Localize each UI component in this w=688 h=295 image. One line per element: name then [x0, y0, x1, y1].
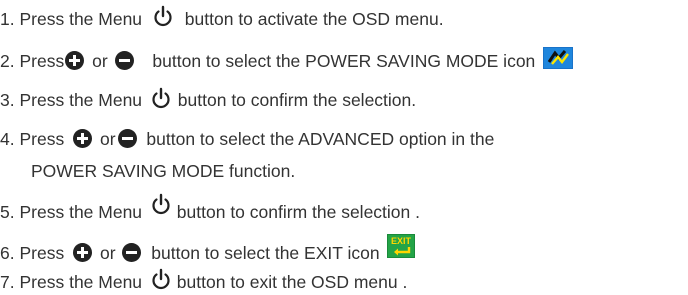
- step-number: 7.: [0, 272, 15, 292]
- step-4-continuation: POWER SAVING MODE function.: [31, 160, 295, 182]
- step-text: button to exit the OSD menu .: [176, 272, 408, 292]
- step-number: 6.: [0, 243, 15, 264]
- minus-circle-icon: [117, 128, 137, 148]
- step-number: 5.: [0, 202, 15, 222]
- step-3: 3. Press the Menu button to confirm the …: [0, 87, 417, 111]
- plus-circle-icon: [65, 51, 85, 70]
- step-text: button to confirm the selection .: [176, 202, 420, 222]
- step-text: Press the Menu: [19, 9, 143, 29]
- step-text: or: [92, 51, 108, 72]
- step-number: 3.: [0, 90, 15, 110]
- power-saving-mode-icon: [543, 47, 574, 74]
- step-text: Press: [19, 51, 65, 72]
- minus-circle-icon: [122, 243, 142, 262]
- power-icon: [151, 87, 171, 110]
- step-text: Press: [19, 243, 65, 264]
- power-icon: [151, 268, 171, 291]
- step-number: 1.: [0, 9, 15, 29]
- step-text: Press: [19, 129, 65, 149]
- step-text: button to select the EXIT icon: [151, 243, 380, 264]
- step-6: 6. Press or button to select the EXIT ic…: [0, 234, 416, 264]
- step-text: button to select the POWER SAVING MODE i…: [152, 51, 536, 72]
- step-text: button to select the ADVANCED option in …: [146, 129, 495, 149]
- exit-icon: EXIT: [387, 234, 416, 263]
- power-icon: [153, 5, 173, 28]
- step-text: or: [99, 243, 116, 264]
- step-text: Press the Menu: [19, 272, 143, 292]
- plus-circle-icon: [73, 243, 93, 262]
- step-text: Press the Menu: [19, 90, 143, 110]
- step-2: 2. Press or button to select the POWER S…: [0, 47, 574, 74]
- power-icon: [151, 193, 171, 216]
- step-4: 4. Press or button to select the ADVANCE…: [0, 128, 494, 150]
- step-text: POWER SAVING MODE function.: [31, 161, 296, 181]
- step-5: 5. Press the Menu button to confirm the …: [0, 193, 420, 223]
- step-text: button to activate the OSD menu.: [184, 9, 444, 29]
- step-text: button to confirm the selection.: [177, 90, 417, 110]
- step-7: 7. Press the Menu button to exit the OSD…: [0, 268, 408, 293]
- step-text: Press the Menu: [19, 202, 143, 222]
- exit-icon-label: EXIT: [391, 236, 412, 246]
- step-text: or: [99, 129, 116, 149]
- step-1: 1. Press the Menu button to activate the…: [0, 5, 444, 30]
- step-number: 2.: [0, 51, 15, 72]
- minus-circle-icon: [114, 51, 134, 70]
- plus-circle-icon: [73, 128, 93, 148]
- step-number: 4.: [0, 129, 15, 149]
